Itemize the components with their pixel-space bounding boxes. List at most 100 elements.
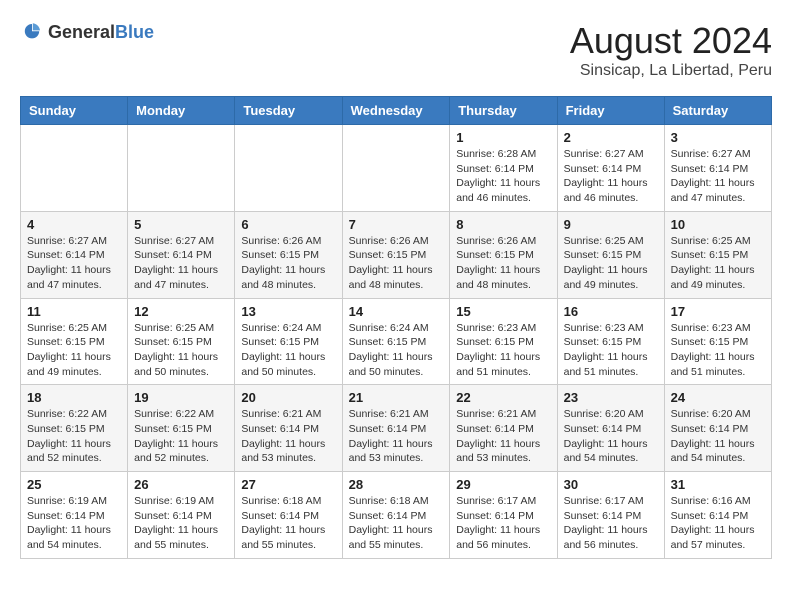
- day-number: 23: [564, 390, 658, 405]
- weekday-header-row: SundayMondayTuesdayWednesdayThursdayFrid…: [21, 97, 772, 125]
- day-number: 4: [27, 217, 121, 232]
- month-year: August 2024: [570, 20, 772, 62]
- day-number: 10: [671, 217, 765, 232]
- calendar-cell: 18 Sunrise: 6:22 AM Sunset: 6:15 PM Dayli…: [21, 385, 128, 472]
- day-info: Sunrise: 6:25 AM Sunset: 6:15 PM Dayligh…: [671, 234, 765, 293]
- day-info: Sunrise: 6:27 AM Sunset: 6:14 PM Dayligh…: [564, 147, 658, 206]
- calendar-cell: 6 Sunrise: 6:26 AM Sunset: 6:15 PM Daylig…: [235, 211, 342, 298]
- calendar-cell: 13Sunrise: 6:24 AM Sunset: 6:15 PM Dayli…: [235, 298, 342, 385]
- day-number: 27: [241, 477, 335, 492]
- week-row-4: 25 Sunrise: 6:19 AM Sunset: 6:14 PM Dayli…: [21, 472, 772, 559]
- day-info: Sunrise: 6:24 AM Sunset: 6:15 PM Dayligh…: [349, 321, 444, 380]
- day-info: Sunrise: 6:25 AM Sunset: 6:15 PM Dayligh…: [27, 321, 121, 380]
- day-number: 1: [456, 130, 550, 145]
- day-info: Sunrise: 6:23 AM Sunset: 6:15 PM Dayligh…: [671, 321, 765, 380]
- day-info: Sunrise: 6:27 AM Sunset: 6:14 PM Dayligh…: [27, 234, 121, 293]
- weekday-header-tuesday: Tuesday: [235, 97, 342, 125]
- calendar-cell: 21Sunrise: 6:21 AM Sunset: 6:14 PM Dayli…: [342, 385, 450, 472]
- day-info: Sunrise: 6:24 AM Sunset: 6:15 PM Dayligh…: [241, 321, 335, 380]
- calendar-cell: 2 Sunrise: 6:27 AM Sunset: 6:14 PM Daylig…: [557, 125, 664, 212]
- day-number: 31: [671, 477, 765, 492]
- day-number: 12: [134, 304, 228, 319]
- day-number: 20: [241, 390, 335, 405]
- calendar-cell: [235, 125, 342, 212]
- weekday-header-saturday: Saturday: [664, 97, 771, 125]
- day-info: Sunrise: 6:17 AM Sunset: 6:14 PM Dayligh…: [564, 494, 658, 553]
- day-number: 29: [456, 477, 550, 492]
- day-number: 8: [456, 217, 550, 232]
- calendar-cell: 31 Sunrise: 6:16 AM Sunset: 6:14 PM Dayli…: [664, 472, 771, 559]
- day-info: Sunrise: 6:27 AM Sunset: 6:14 PM Dayligh…: [671, 147, 765, 206]
- calendar-cell: 12 Sunrise: 6:25 AM Sunset: 6:15 PM Dayli…: [128, 298, 235, 385]
- week-row-1: 4 Sunrise: 6:27 AM Sunset: 6:14 PM Daylig…: [21, 211, 772, 298]
- calendar-cell: 14 Sunrise: 6:24 AM Sunset: 6:15 PM Dayli…: [342, 298, 450, 385]
- day-info: Sunrise: 6:26 AM Sunset: 6:15 PM Dayligh…: [349, 234, 444, 293]
- calendar-cell: 19Sunrise: 6:22 AM Sunset: 6:15 PM Dayli…: [128, 385, 235, 472]
- calendar-cell: 16 Sunrise: 6:23 AM Sunset: 6:15 PM Dayli…: [557, 298, 664, 385]
- day-number: 28: [349, 477, 444, 492]
- week-row-0: 1Sunrise: 6:28 AM Sunset: 6:14 PM Daylig…: [21, 125, 772, 212]
- day-info: Sunrise: 6:25 AM Sunset: 6:15 PM Dayligh…: [134, 321, 228, 380]
- day-number: 16: [564, 304, 658, 319]
- calendar-cell: 28Sunrise: 6:18 AM Sunset: 6:14 PM Dayli…: [342, 472, 450, 559]
- day-number: 11: [27, 304, 121, 319]
- calendar-cell: 27Sunrise: 6:18 AM Sunset: 6:14 PM Dayli…: [235, 472, 342, 559]
- day-number: 17: [671, 304, 765, 319]
- day-number: 26: [134, 477, 228, 492]
- day-info: Sunrise: 6:16 AM Sunset: 6:14 PM Dayligh…: [671, 494, 765, 553]
- day-info: Sunrise: 6:26 AM Sunset: 6:15 PM Dayligh…: [241, 234, 335, 293]
- week-row-3: 18 Sunrise: 6:22 AM Sunset: 6:15 PM Dayli…: [21, 385, 772, 472]
- logo-icon: [20, 20, 44, 44]
- day-info: Sunrise: 6:23 AM Sunset: 6:15 PM Dayligh…: [456, 321, 550, 380]
- calendar-cell: [128, 125, 235, 212]
- day-info: Sunrise: 6:17 AM Sunset: 6:14 PM Dayligh…: [456, 494, 550, 553]
- calendar-cell: 15Sunrise: 6:23 AM Sunset: 6:15 PM Dayli…: [450, 298, 557, 385]
- day-number: 5: [134, 217, 228, 232]
- calendar-cell: 20Sunrise: 6:21 AM Sunset: 6:14 PM Dayli…: [235, 385, 342, 472]
- day-number: 6: [241, 217, 335, 232]
- calendar-cell: 7Sunrise: 6:26 AM Sunset: 6:15 PM Daylig…: [342, 211, 450, 298]
- location: Sinsicap, La Libertad, Peru: [570, 62, 772, 80]
- day-number: 30: [564, 477, 658, 492]
- header: GeneralBlue August 2024 Sinsicap, La Lib…: [20, 20, 772, 80]
- day-info: Sunrise: 6:22 AM Sunset: 6:15 PM Dayligh…: [27, 407, 121, 466]
- logo-general: General: [48, 22, 115, 42]
- weekday-header-monday: Monday: [128, 97, 235, 125]
- day-number: 19: [134, 390, 228, 405]
- logo-text: GeneralBlue: [48, 22, 154, 43]
- day-info: Sunrise: 6:23 AM Sunset: 6:15 PM Dayligh…: [564, 321, 658, 380]
- day-number: 2: [564, 130, 658, 145]
- calendar-cell: 10 Sunrise: 6:25 AM Sunset: 6:15 PM Dayli…: [664, 211, 771, 298]
- day-number: 24: [671, 390, 765, 405]
- calendar-cell: 25 Sunrise: 6:19 AM Sunset: 6:14 PM Dayli…: [21, 472, 128, 559]
- weekday-header-friday: Friday: [557, 97, 664, 125]
- day-info: Sunrise: 6:19 AM Sunset: 6:14 PM Dayligh…: [27, 494, 121, 553]
- calendar-cell: 17 Sunrise: 6:23 AM Sunset: 6:15 PM Dayli…: [664, 298, 771, 385]
- calendar-cell: 26 Sunrise: 6:19 AM Sunset: 6:14 PM Dayli…: [128, 472, 235, 559]
- day-number: 25: [27, 477, 121, 492]
- day-number: 3: [671, 130, 765, 145]
- calendar-cell: 11 Sunrise: 6:25 AM Sunset: 6:15 PM Dayli…: [21, 298, 128, 385]
- calendar-cell: 22Sunrise: 6:21 AM Sunset: 6:14 PM Dayli…: [450, 385, 557, 472]
- calendar-cell: 4 Sunrise: 6:27 AM Sunset: 6:14 PM Daylig…: [21, 211, 128, 298]
- calendar-cell: 5 Sunrise: 6:27 AM Sunset: 6:14 PM Daylig…: [128, 211, 235, 298]
- calendar-cell: 29 Sunrise: 6:17 AM Sunset: 6:14 PM Dayli…: [450, 472, 557, 559]
- calendar-cell: 9 Sunrise: 6:25 AM Sunset: 6:15 PM Daylig…: [557, 211, 664, 298]
- calendar-cell: [21, 125, 128, 212]
- weekday-header-thursday: Thursday: [450, 97, 557, 125]
- day-number: 14: [349, 304, 444, 319]
- day-info: Sunrise: 6:25 AM Sunset: 6:15 PM Dayligh…: [564, 234, 658, 293]
- day-info: Sunrise: 6:19 AM Sunset: 6:14 PM Dayligh…: [134, 494, 228, 553]
- logo: GeneralBlue: [20, 20, 154, 44]
- day-info: Sunrise: 6:20 AM Sunset: 6:14 PM Dayligh…: [671, 407, 765, 466]
- title-section: August 2024 Sinsicap, La Libertad, Peru: [570, 20, 772, 80]
- day-number: 18: [27, 390, 121, 405]
- day-number: 9: [564, 217, 658, 232]
- calendar-cell: 24 Sunrise: 6:20 AM Sunset: 6:14 PM Dayli…: [664, 385, 771, 472]
- day-number: 21: [349, 390, 444, 405]
- day-info: Sunrise: 6:26 AM Sunset: 6:15 PM Dayligh…: [456, 234, 550, 293]
- day-info: Sunrise: 6:27 AM Sunset: 6:14 PM Dayligh…: [134, 234, 228, 293]
- weekday-header-sunday: Sunday: [21, 97, 128, 125]
- calendar-cell: [342, 125, 450, 212]
- weekday-header-wednesday: Wednesday: [342, 97, 450, 125]
